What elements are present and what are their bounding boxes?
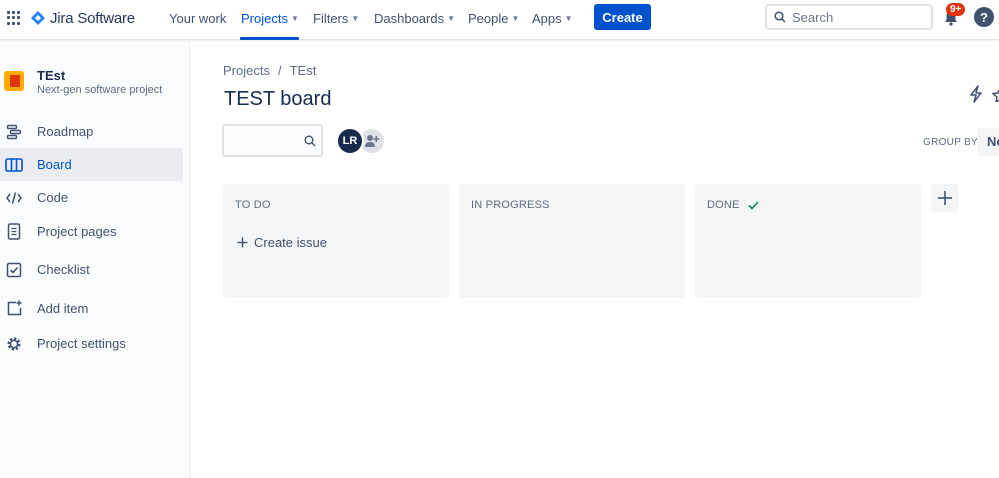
active-nav-indicator bbox=[240, 37, 299, 40]
page-title: TEST board bbox=[224, 88, 332, 110]
chevron-down-icon: ▼ bbox=[351, 13, 360, 23]
code-icon bbox=[5, 189, 23, 207]
nav-label: Filters bbox=[313, 10, 349, 26]
board-search-input[interactable] bbox=[230, 133, 300, 148]
lightning-icon[interactable] bbox=[968, 85, 984, 103]
column-title-text: TO DO bbox=[235, 199, 271, 211]
nav-people[interactable]: People ▼ bbox=[468, 10, 519, 26]
nav-label: Your work bbox=[169, 10, 227, 26]
add-person-icon bbox=[365, 135, 380, 147]
notification-badge: 9+ bbox=[946, 3, 966, 16]
board-icon bbox=[5, 156, 23, 174]
jira-logo-icon bbox=[31, 11, 45, 25]
breadcrumb-projects[interactable]: Projects bbox=[223, 63, 270, 78]
sidebar-item-label: Checklist bbox=[37, 262, 90, 277]
chevron-down-icon: ▼ bbox=[564, 13, 573, 23]
sidebar-item-project-settings[interactable]: Project settings bbox=[0, 327, 183, 360]
group-by-label: GROUP BY bbox=[923, 137, 979, 148]
avatar[interactable]: LR bbox=[336, 127, 364, 155]
board-column-in-progress: IN PROGRESS bbox=[459, 184, 685, 298]
gear-icon bbox=[5, 335, 23, 353]
chevron-down-icon: ▼ bbox=[511, 13, 520, 23]
breadcrumb-project[interactable]: TEst bbox=[290, 63, 317, 78]
search-icon bbox=[304, 135, 316, 147]
nav-label: Dashboards bbox=[374, 10, 445, 26]
nav-projects[interactable]: Projects ▼ bbox=[241, 10, 299, 26]
board-column-done: DONE bbox=[695, 184, 921, 298]
breadcrumb-separator: / bbox=[277, 63, 282, 78]
jira-logo[interactable]: Jira Software bbox=[31, 8, 135, 28]
nav-your-work[interactable]: Your work bbox=[169, 10, 226, 26]
project-name[interactable]: TEst bbox=[37, 68, 65, 83]
page-icon bbox=[5, 223, 23, 241]
board-search[interactable] bbox=[222, 124, 323, 157]
project-type: Next-gen software project bbox=[37, 84, 163, 96]
sidebar-item-label: Add item bbox=[37, 301, 89, 316]
sidebar-item-label: Project pages bbox=[37, 224, 117, 239]
column-title: DONE bbox=[707, 199, 759, 211]
column-title: TO DO bbox=[235, 199, 271, 211]
board-column-todo: TO DO Create issue bbox=[223, 184, 449, 298]
help-icon[interactable]: ? bbox=[974, 7, 994, 27]
breadcrumb: Projects / TEst bbox=[223, 63, 316, 78]
sidebar-item-checklist[interactable]: Checklist bbox=[0, 253, 183, 286]
top-navigation: Jira Software Your work Projects ▼ Filte… bbox=[0, 0, 999, 40]
nav-label: Projects bbox=[241, 10, 288, 26]
roadmap-icon bbox=[5, 123, 23, 141]
nav-dashboards[interactable]: Dashboards ▼ bbox=[374, 10, 455, 26]
add-column-button[interactable] bbox=[931, 184, 958, 212]
add-item-icon bbox=[5, 300, 23, 318]
sidebar-item-add-item[interactable]: Add item bbox=[0, 292, 183, 325]
checkmark-icon bbox=[748, 200, 759, 210]
create-issue-button[interactable]: Create issue bbox=[237, 235, 327, 250]
nav-filters[interactable]: Filters ▼ bbox=[313, 10, 359, 26]
column-title-text: IN PROGRESS bbox=[471, 199, 550, 211]
group-by-select[interactable]: No bbox=[977, 128, 999, 156]
project-sidebar: TEst Next-gen software project Roadmap B… bbox=[0, 41, 190, 478]
chevron-down-icon: ▼ bbox=[290, 13, 299, 23]
nav-label: People bbox=[468, 10, 509, 26]
nav-apps[interactable]: Apps ▼ bbox=[532, 10, 573, 26]
sidebar-item-label: Project settings bbox=[37, 336, 126, 351]
sidebar-item-board[interactable]: Board bbox=[0, 148, 183, 181]
star-icon[interactable] bbox=[992, 86, 999, 102]
search-icon bbox=[774, 11, 786, 23]
search-input[interactable] bbox=[792, 9, 922, 25]
checklist-icon bbox=[5, 261, 23, 279]
column-title: IN PROGRESS bbox=[471, 199, 550, 211]
column-title-text: DONE bbox=[707, 199, 740, 211]
sidebar-item-label: Code bbox=[37, 190, 69, 205]
nav-label: Apps bbox=[532, 10, 562, 26]
project-avatar[interactable] bbox=[4, 71, 24, 91]
chevron-down-icon: ▼ bbox=[447, 13, 456, 23]
create-issue-label: Create issue bbox=[254, 235, 327, 250]
sidebar-item-label: Roadmap bbox=[37, 124, 94, 139]
plus-icon bbox=[937, 191, 952, 205]
global-search[interactable] bbox=[765, 4, 933, 30]
sidebar-item-project-pages[interactable]: Project pages bbox=[0, 215, 183, 248]
sidebar-item-code[interactable]: Code bbox=[0, 181, 183, 214]
logo-text: Jira Software bbox=[50, 9, 135, 27]
sidebar-item-label: Board bbox=[37, 157, 72, 172]
create-button[interactable]: Create bbox=[594, 4, 651, 30]
app-switcher-icon[interactable] bbox=[7, 11, 21, 25]
sidebar-item-roadmap[interactable]: Roadmap bbox=[0, 115, 183, 148]
plus-icon bbox=[237, 237, 248, 248]
